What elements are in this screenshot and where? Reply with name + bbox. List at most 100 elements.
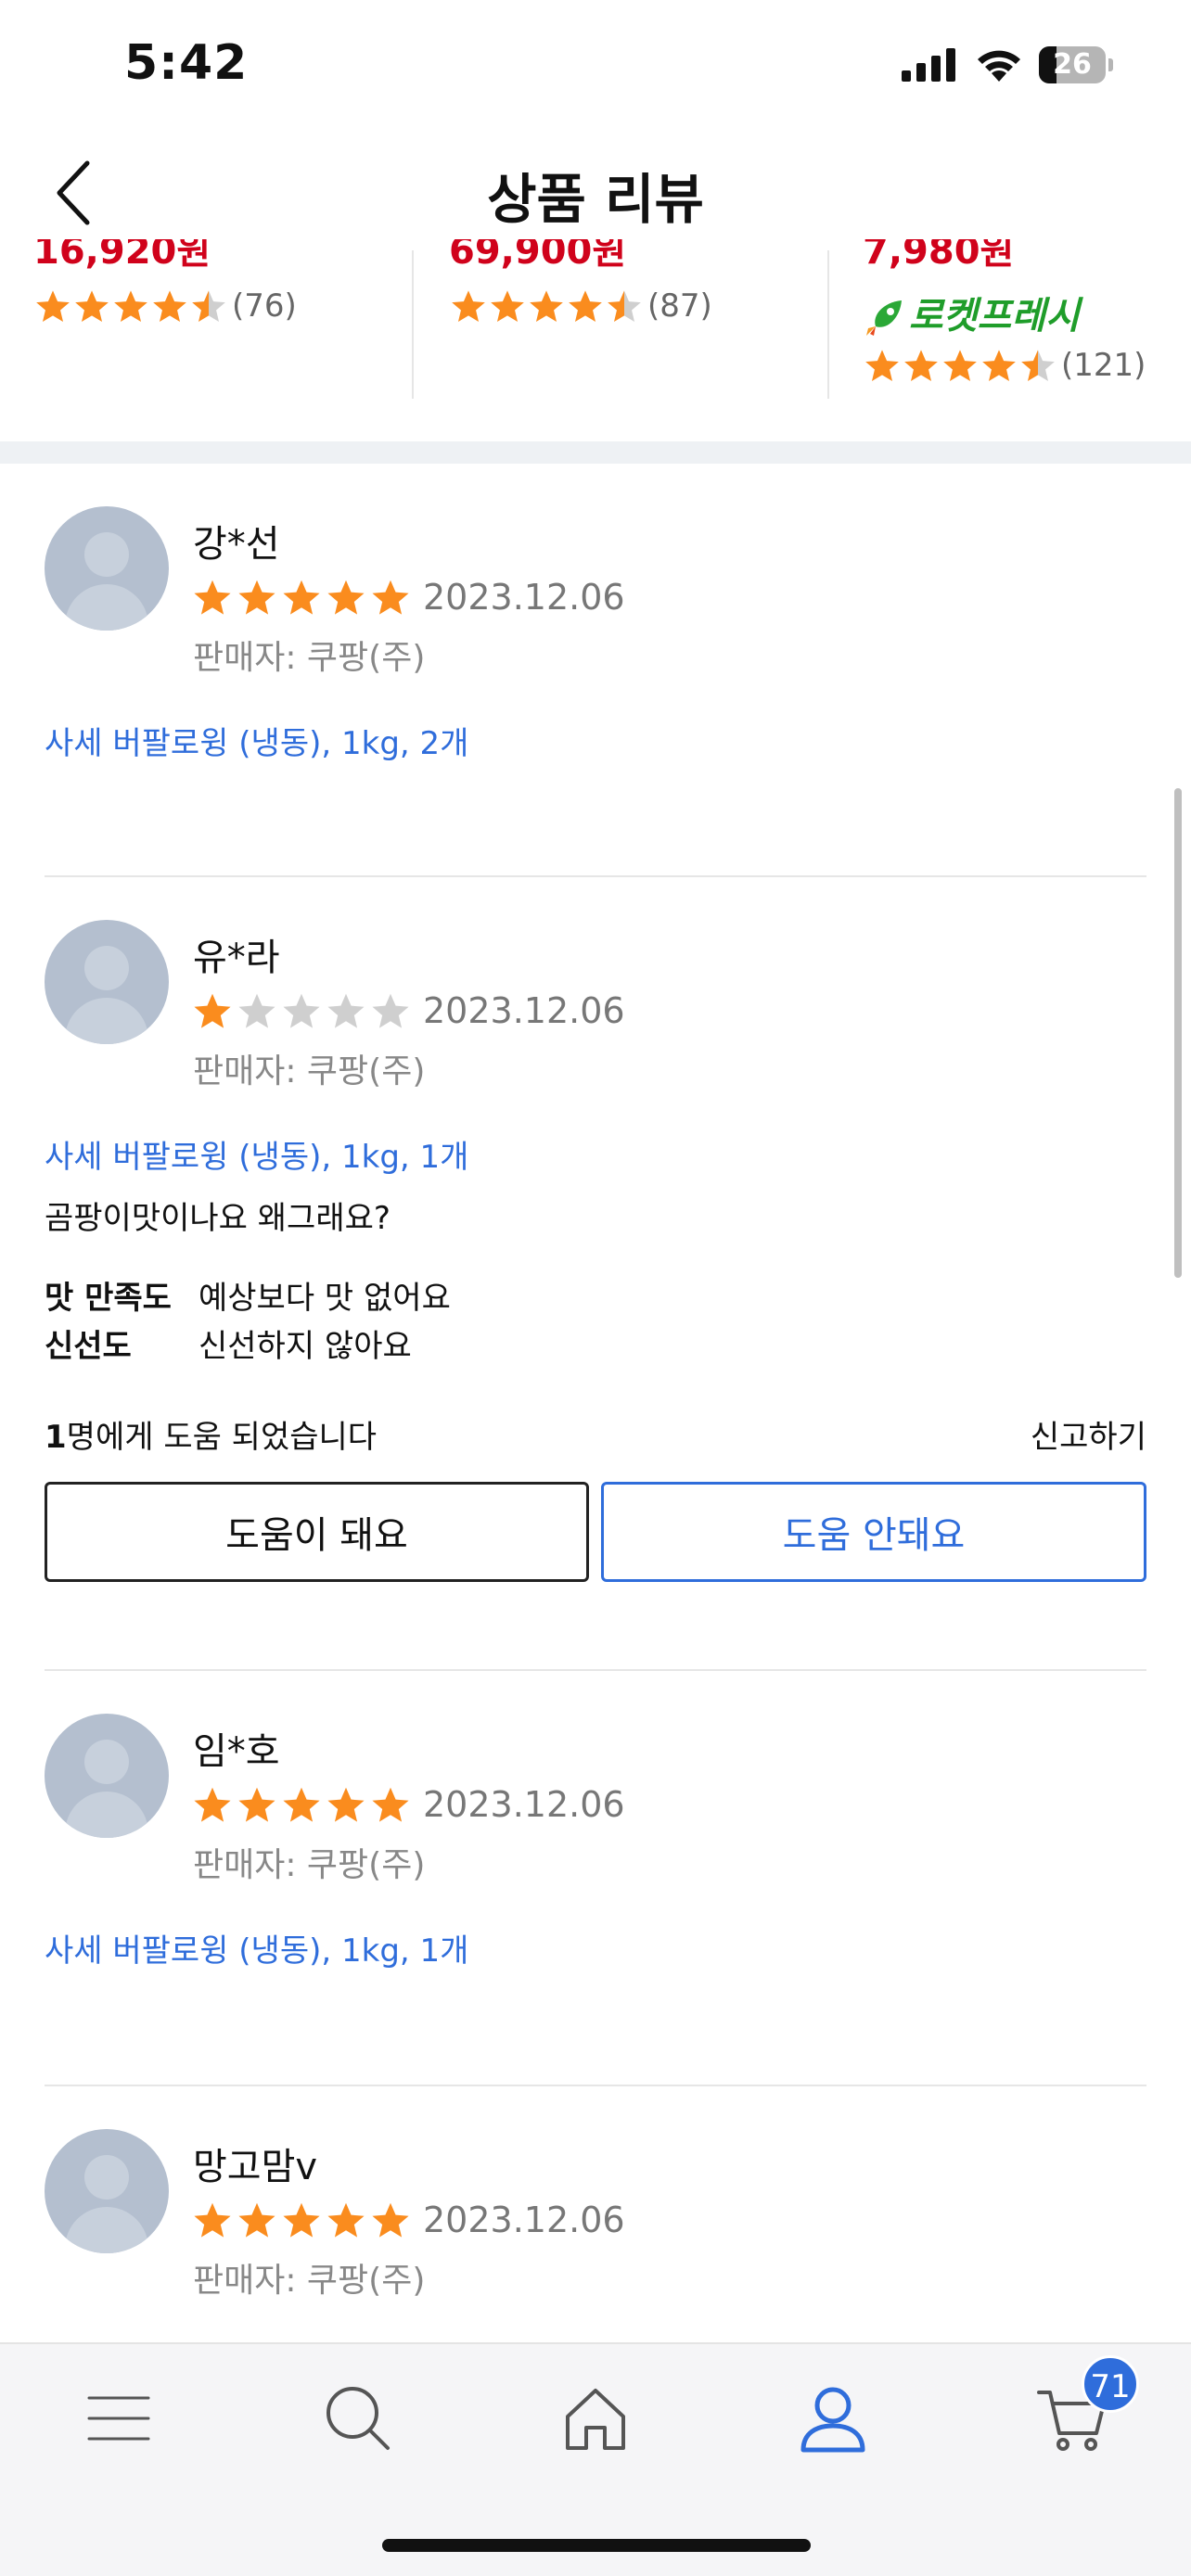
home-icon[interactable] <box>558 2381 633 2455</box>
menu-icon[interactable] <box>82 2381 156 2455</box>
star-filled-icon <box>114 290 147 322</box>
reviewer-name: 유*라 <box>193 937 280 979</box>
related-product-review-count: (76) <box>232 287 297 325</box>
star-filled-icon <box>491 290 524 322</box>
purchase-option[interactable]: 사세 버팔로윙 (냉동), 1kg, 2개 <box>45 718 468 763</box>
star-filled-icon <box>238 580 275 615</box>
related-products: 16,920원 (76) 69,900원 (87) 7,980원 로켓프레시 (… <box>0 239 1191 443</box>
survey-row: 맛 만족도 예상보다 맛 없어요 <box>45 1272 451 1318</box>
review-date: 2023.12.06 <box>423 2200 625 2240</box>
reviewer-name: 망고맘v <box>193 2146 318 2188</box>
star-half-icon <box>608 290 641 322</box>
star-filled-icon <box>452 290 485 322</box>
star-rating <box>191 990 414 1031</box>
star-half-icon <box>1021 350 1055 381</box>
star-rating <box>191 1784 414 1825</box>
helpful-count: 1명에게 도움 되었습니다 <box>45 1411 377 1457</box>
purchase-option[interactable]: 사세 버팔로윙 (냉동), 1kg, 1개 <box>45 1925 468 1970</box>
related-product-price: 7,980원 <box>863 239 1015 273</box>
star-filled-icon <box>943 350 977 381</box>
seller-info: 판매자: 쿠팡(주) <box>193 1846 426 1884</box>
star-filled-icon <box>194 2202 231 2238</box>
search-icon[interactable] <box>321 2381 395 2455</box>
header: 상품 리뷰 <box>0 130 1191 250</box>
rocket-fresh-badge: 로켓프레시 <box>863 286 1080 339</box>
related-product-review-count: (87) <box>647 287 712 325</box>
star-filled-icon <box>327 2202 365 2238</box>
star-rating <box>449 287 644 325</box>
star-filled-icon <box>283 580 320 615</box>
star-filled-icon <box>36 290 70 322</box>
divider <box>45 1669 1146 1671</box>
seller-info: 판매자: 쿠팡(주) <box>193 1052 426 1090</box>
review-rating: 2023.12.06 <box>191 2200 625 2240</box>
review-rating: 2023.12.06 <box>191 1784 625 1825</box>
reviewer-name: 강*선 <box>193 523 280 566</box>
star-empty-icon <box>327 993 365 1028</box>
star-filled-icon <box>372 580 409 615</box>
review-rating: 2023.12.06 <box>191 990 625 1031</box>
star-filled-icon <box>982 350 1016 381</box>
star-filled-icon <box>283 1787 320 1822</box>
related-product-price: 69,900원 <box>449 239 627 273</box>
survey-label: 맛 만족도 <box>45 1280 172 1317</box>
star-filled-icon <box>194 580 231 615</box>
star-filled-icon <box>238 1787 275 1822</box>
profile-icon[interactable] <box>796 2381 870 2455</box>
related-product-card[interactable]: 69,900원 (87) <box>449 239 848 397</box>
star-empty-icon <box>283 993 320 1028</box>
star-empty-icon <box>372 993 409 1028</box>
divider <box>45 875 1146 877</box>
survey-value: 신선하지 않아요 <box>198 1328 412 1365</box>
star-rating <box>191 577 414 618</box>
star-empty-icon <box>238 993 275 1028</box>
star-rating <box>33 287 228 325</box>
review-date: 2023.12.06 <box>423 990 625 1031</box>
avatar <box>45 506 169 631</box>
survey-row: 신선도 신선하지 않아요 <box>45 1320 412 1366</box>
rocket-fresh-label: 로켓프레시 <box>909 295 1080 338</box>
section-divider <box>0 441 1191 464</box>
signal-icon <box>902 48 955 82</box>
star-filled-icon <box>238 2202 275 2238</box>
avatar <box>45 2129 169 2253</box>
scrollbar[interactable] <box>1174 788 1182 1278</box>
status-time: 5:42 <box>124 35 249 91</box>
star-filled-icon <box>865 350 899 381</box>
survey-value: 예상보다 맛 없어요 <box>198 1280 451 1317</box>
star-filled-icon <box>194 993 231 1028</box>
star-filled-icon <box>904 350 938 381</box>
star-rating <box>191 2200 414 2240</box>
star-filled-icon <box>372 2202 409 2238</box>
seller-info: 판매자: 쿠팡(주) <box>193 639 426 677</box>
related-product-review-count: (121) <box>1061 347 1146 384</box>
star-rating <box>863 347 1057 384</box>
divider <box>827 250 829 399</box>
helpful-count-number: 1 <box>45 1419 67 1456</box>
divider <box>45 2085 1146 2086</box>
wifi-icon <box>978 50 1020 82</box>
purchase-option[interactable]: 사세 버팔로윙 (냉동), 1kg, 1개 <box>45 1131 468 1177</box>
helpful-button[interactable]: 도움이 돼요 <box>45 1482 589 1582</box>
related-product-card[interactable]: 7,980원 로켓프레시 (121) <box>863 239 1191 397</box>
star-filled-icon <box>327 1787 365 1822</box>
related-product-rating: (76) <box>33 287 297 325</box>
star-filled-icon <box>530 290 563 322</box>
review-text: 곰팡이맛이나요 왜그래요? <box>45 1200 391 1237</box>
star-filled-icon <box>153 290 186 322</box>
review-date: 2023.12.06 <box>423 1784 625 1825</box>
helpful-count-suffix: 명에게 도움 되었습니다 <box>66 1419 378 1456</box>
star-filled-icon <box>372 1787 409 1822</box>
battery-level: 26 <box>1053 48 1092 81</box>
star-filled-icon <box>327 580 365 615</box>
avatar <box>45 1714 169 1838</box>
review-rating: 2023.12.06 <box>191 577 625 618</box>
review-date: 2023.12.06 <box>423 577 625 618</box>
page-title: 상품 리뷰 <box>487 168 704 231</box>
related-product-card[interactable]: 16,920원 (76) <box>33 239 432 397</box>
report-link[interactable]: 신고하기 <box>1031 1411 1146 1457</box>
seller-info: 판매자: 쿠팡(주) <box>193 2262 426 2300</box>
rocket-icon <box>866 300 902 336</box>
survey-label: 신선도 <box>45 1328 132 1365</box>
not-helpful-button[interactable]: 도움 안돼요 <box>601 1482 1146 1582</box>
